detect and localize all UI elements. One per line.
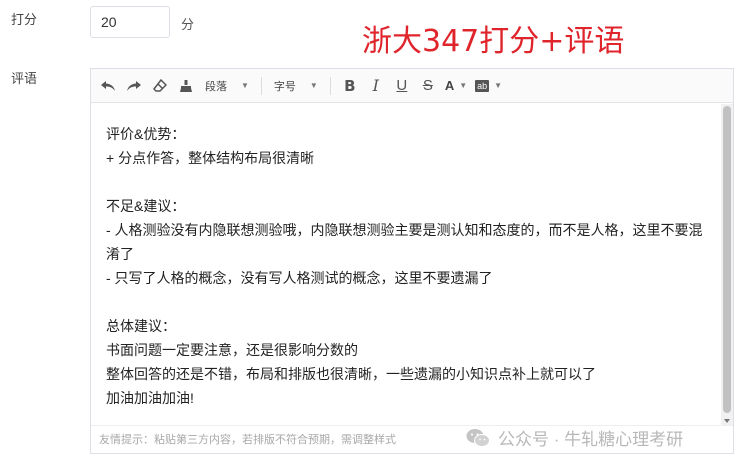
paragraph-select-label: 段落 xyxy=(205,80,227,93)
chevron-down-icon: ▼ xyxy=(309,81,318,90)
underline-button[interactable]: U xyxy=(389,73,415,99)
chevron-down-icon: ▼ xyxy=(494,81,503,90)
strikethrough-button[interactable]: S xyxy=(415,73,441,99)
scrollbar-thumb[interactable] xyxy=(723,106,731,413)
score-unit: 分 xyxy=(181,17,195,32)
scroll-down-icon[interactable] xyxy=(724,419,730,423)
wechat-account-name: 公众号 · 牛轧糖心理考研 xyxy=(498,430,684,449)
content-line: - 只写了人格的概念，没有写人格测试的概念，这里不要遗漏了 xyxy=(106,270,493,286)
grading-form: 打分 分 浙大347打分+评语 评语 段落 ▼ 字号 ▼ xyxy=(0,0,747,467)
content-line: 书面问题一定要注意，还是很影响分数的 xyxy=(106,342,358,358)
content-line: 整体回答的还是不错，布局和排版也很清晰，一些遗漏的小知识点补上就可以了 xyxy=(106,366,596,382)
brush-icon xyxy=(180,79,192,92)
eraser-button[interactable] xyxy=(147,73,173,99)
fontsize-select-label: 字号 xyxy=(273,80,296,93)
bg-color-icon: ab xyxy=(475,79,490,92)
bg-color-select[interactable]: ab ▼ xyxy=(471,73,506,99)
score-label: 打分 xyxy=(11,12,38,27)
overlay-title: 浙大347打分+评语 xyxy=(362,24,625,59)
paragraph-select[interactable]: 段落 ▼ xyxy=(199,73,255,99)
score-input[interactable] xyxy=(90,6,170,38)
comment-label: 评语 xyxy=(11,71,38,86)
content-line: 不足&建议： xyxy=(106,198,186,214)
content-line xyxy=(106,170,706,194)
editor-scrollbar[interactable] xyxy=(721,104,733,425)
wechat-watermark: 公众号 · 牛轧糖心理考研 xyxy=(466,425,683,450)
font-color-icon: A xyxy=(444,78,455,93)
toolbar-divider xyxy=(260,76,262,95)
content-line xyxy=(106,290,706,314)
undo-icon xyxy=(101,80,115,91)
chevron-down-icon: ▼ xyxy=(459,81,468,90)
editor-toolbar: 段落 ▼ 字号 ▼ B I U S A ▼ ab ▼ xyxy=(91,69,733,103)
eraser-icon xyxy=(153,78,167,92)
content-line: - 人格测验没有内隐联想测验哦，内隐联想测验主要是测认知和态度的，而不是人格，这… xyxy=(106,222,703,262)
content-line: + 分点作答，整体结构布局很清晰 xyxy=(106,150,315,166)
bold-button[interactable]: B xyxy=(337,73,363,99)
content-line: 总体建议： xyxy=(106,318,176,334)
editor-content[interactable]: 评价&优势： + 分点作答，整体结构布局很清晰 不足&建议： - 人格测验没有内… xyxy=(91,104,721,425)
chevron-down-icon: ▼ xyxy=(241,81,249,90)
italic-button[interactable]: I xyxy=(363,73,389,99)
wechat-icon xyxy=(466,428,490,447)
redo-button[interactable] xyxy=(121,73,147,99)
redo-icon xyxy=(127,80,141,91)
format-brush-button[interactable] xyxy=(173,73,199,99)
toolbar-divider xyxy=(329,76,331,95)
rich-text-editor: 段落 ▼ 字号 ▼ B I U S A ▼ ab ▼ 评价&优势： + 分点作答… xyxy=(90,68,734,454)
content-line: 评价&优势： xyxy=(106,126,186,142)
font-color-select[interactable]: A ▼ xyxy=(441,73,471,99)
fontsize-select[interactable]: 字号 ▼ xyxy=(268,73,324,99)
content-line: 加油加油加油! xyxy=(106,390,194,406)
undo-button[interactable] xyxy=(95,73,121,99)
